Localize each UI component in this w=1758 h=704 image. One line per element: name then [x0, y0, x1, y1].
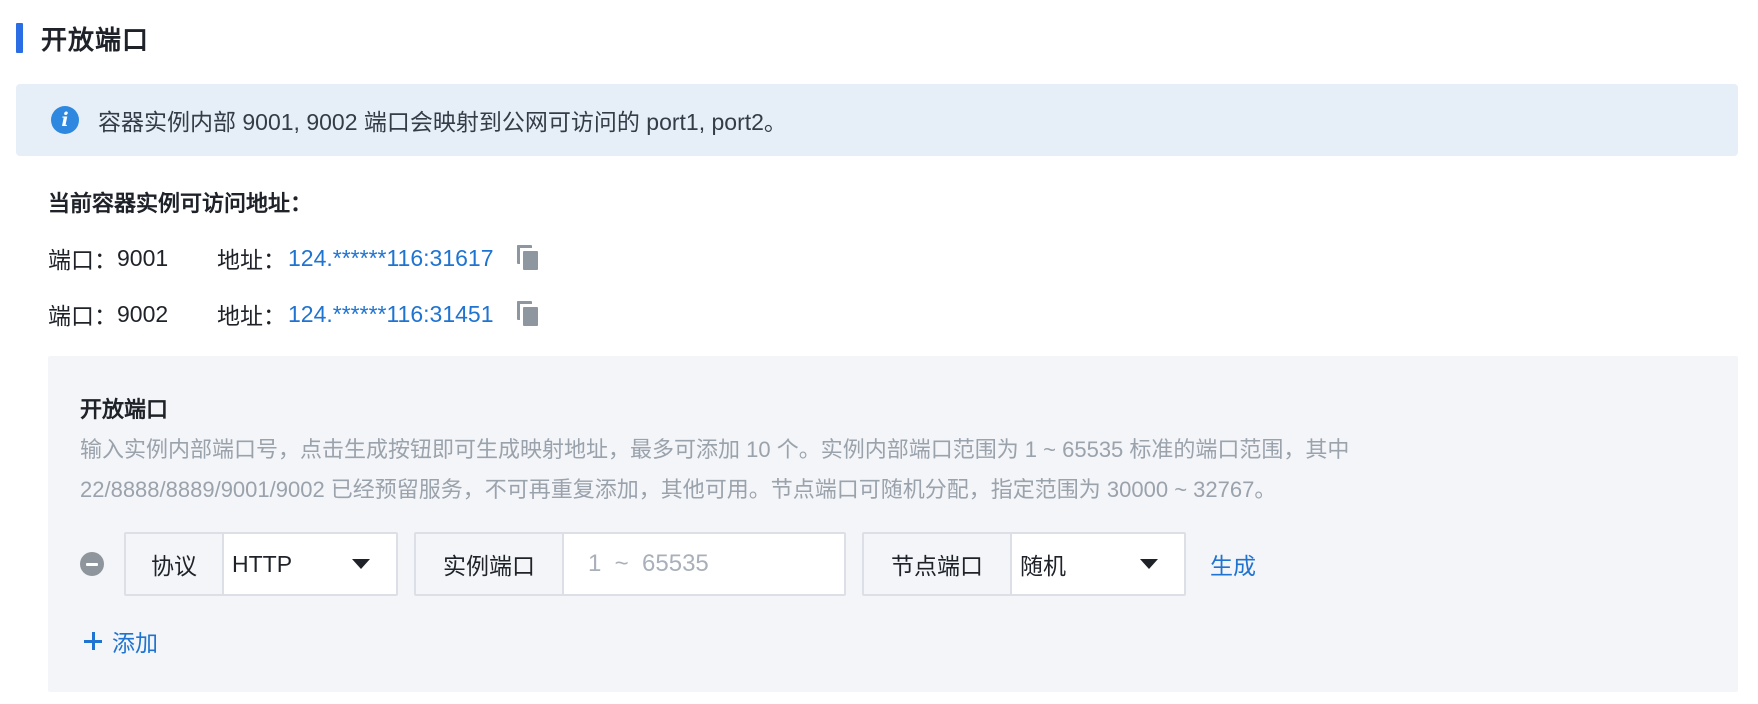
caret-down-icon [352, 559, 370, 569]
caret-down-icon [1140, 559, 1158, 569]
port-value: 9002 [117, 300, 169, 327]
section-accent-bar [16, 23, 23, 53]
port-value: 9001 [117, 244, 169, 271]
info-icon: i [51, 106, 79, 134]
info-banner-text: 容器实例内部 9001, 9002 端口会映射到公网可访问的 port1, po… [98, 109, 787, 135]
generate-button[interactable]: 生成 [1210, 547, 1256, 581]
access-address-title: 当前容器实例可访问地址： [48, 191, 313, 216]
port-mapping-row: 协议 HTTP 实例端口 节点端口 随机 生成 [80, 532, 1256, 596]
copy-icon[interactable] [517, 301, 539, 327]
address-label: 地址： [217, 303, 286, 329]
port-address-row: 端口： 9001 地址： 124.******116:31617 [48, 241, 539, 275]
section-title: 开放端口 [41, 24, 150, 55]
node-port-value: 随机 [1020, 553, 1066, 579]
add-port-button[interactable]: 添加 [84, 624, 158, 658]
node-port-field: 节点端口 随机 [862, 532, 1186, 596]
address-label: 地址： [217, 247, 286, 273]
add-port-label: 添加 [112, 630, 158, 656]
protocol-select[interactable]: HTTP [224, 534, 396, 594]
instance-port-input[interactable] [564, 534, 844, 594]
node-port-select[interactable]: 随机 [1012, 534, 1184, 594]
plus-icon [84, 632, 102, 650]
protocol-field: 协议 HTTP [124, 532, 398, 596]
port-label: 端口： [48, 247, 117, 273]
node-port-label: 节点端口 [864, 534, 1012, 594]
copy-icon[interactable] [517, 245, 539, 271]
panel-title: 开放端口 [80, 397, 169, 422]
protocol-value: HTTP [232, 550, 293, 577]
address-link[interactable]: 124.******116:31451 [288, 301, 493, 328]
instance-port-label: 实例端口 [416, 534, 564, 594]
port-label: 端口： [48, 303, 117, 329]
remove-row-icon[interactable] [80, 552, 104, 576]
port-address-row: 端口： 9002 地址： 124.******116:31451 [48, 297, 539, 331]
protocol-label: 协议 [126, 534, 224, 594]
instance-port-field: 实例端口 [414, 532, 846, 596]
panel-description: 输入实例内部端口号，点击生成按钮即可生成映射地址，最多可添加 10 个。实例内部… [80, 437, 1350, 502]
section-header: 开放端口 [16, 16, 149, 60]
info-banner: i 容器实例内部 9001, 9002 端口会映射到公网可访问的 port1, … [16, 84, 1738, 156]
open-port-panel: 开放端口 输入实例内部端口号，点击生成按钮即可生成映射地址，最多可添加 10 个… [48, 356, 1738, 692]
address-link[interactable]: 124.******116:31617 [288, 245, 493, 272]
